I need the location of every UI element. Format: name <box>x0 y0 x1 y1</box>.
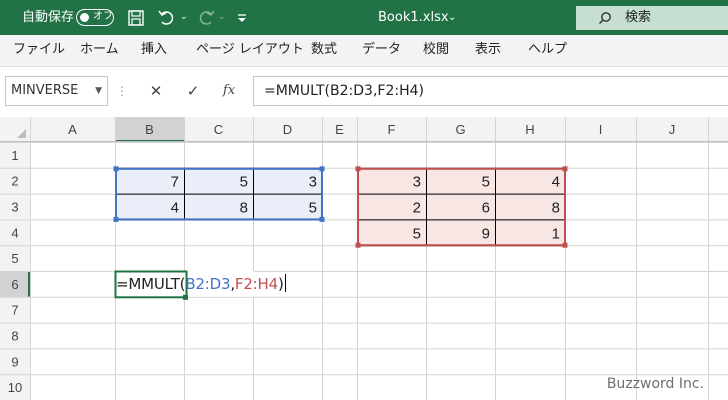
autosave-state: オフ <box>93 11 113 22</box>
matrix-b-resize-handle[interactable] <box>562 166 568 172</box>
undo-dropdown-icon[interactable]: ⌄ <box>180 0 188 35</box>
column-header-g[interactable]: G <box>455 122 465 137</box>
tab-help[interactable]: ヘルプ <box>528 35 567 65</box>
tab-data[interactable]: データ <box>362 35 401 65</box>
matrix-b-cell[interactable]: 2 <box>413 200 421 217</box>
matrix-a-cell[interactable]: 5 <box>240 174 248 191</box>
column-header-i[interactable]: I <box>599 122 603 137</box>
matrix-a-resize-handle[interactable] <box>319 166 325 172</box>
matrix-a-cell[interactable]: 4 <box>171 200 179 217</box>
column-header-e[interactable]: E <box>335 122 344 137</box>
formula-prefix: =MMULT( <box>116 275 186 293</box>
tab-file[interactable]: ファイル <box>13 35 65 65</box>
name-box-dropdown-icon[interactable]: ▼ <box>95 77 102 105</box>
matrix-a-resize-handle[interactable] <box>113 216 119 222</box>
matrix-b-resize-handle[interactable] <box>355 242 361 248</box>
formula-input[interactable]: =MMULT(B2:D3,F2:H4) <box>253 76 728 106</box>
row-header-1[interactable]: 1 <box>11 148 18 163</box>
formula-bar: MINVERSE ▼ ⋮ ✕ ✓ fx =MMULT(B2:D3,F2:H4) <box>0 67 728 117</box>
cancel-icon[interactable]: ✕ <box>144 76 168 106</box>
tab-home[interactable]: ホーム <box>80 35 119 65</box>
formula-bar-grip-icon: ⋮ <box>116 84 128 98</box>
editing-cell-formula[interactable]: =MMULT(B2:D3,F2:H4) <box>116 271 286 297</box>
formula-suffix: ) <box>277 275 284 293</box>
matrix-b-cell[interactable]: 3 <box>413 174 421 191</box>
matrix-b-cell[interactable]: 6 <box>482 200 490 217</box>
tab-insert[interactable]: 挿入 <box>141 35 167 65</box>
row-header-6[interactable]: 6 <box>11 277 18 292</box>
tab-view[interactable]: 表示 <box>475 35 501 65</box>
row-header-9[interactable]: 9 <box>11 354 18 369</box>
toggle-knob-icon <box>80 12 89 22</box>
search-box[interactable]: 検索 <box>576 6 728 30</box>
watermark: Buzzword Inc. <box>606 376 704 392</box>
matrix-b-cell[interactable]: 5 <box>482 174 490 191</box>
ribbon-tabs: ファイル ホーム 挿入 ページ レイアウト 数式 データ 校閲 表示 ヘルプ <box>0 35 728 67</box>
insert-function-icon[interactable]: fx <box>217 76 241 106</box>
matrix-a-cell[interactable]: 3 <box>309 174 317 191</box>
text-cursor <box>284 274 286 292</box>
column-header-h[interactable]: H <box>525 122 534 137</box>
matrix-b-cell[interactable]: 4 <box>552 174 560 191</box>
tab-formulas[interactable]: 数式 <box>311 35 337 65</box>
row-header-7[interactable]: 7 <box>11 303 18 318</box>
filename-chevron-icon[interactable]: ⌄ <box>448 0 456 35</box>
grid-canvas[interactable]: A B C D E F G H I J 1 2 3 4 5 6 7 8 9 10 7 5 3 4 8 5 3 5 4 2 6 8 5 9 1 <box>0 117 728 400</box>
tab-review[interactable]: 校閲 <box>423 35 449 65</box>
customize-toolbar-icon[interactable] <box>236 12 248 24</box>
column-header-a[interactable]: A <box>68 122 77 137</box>
column-header-bar <box>0 117 728 142</box>
matrix-b-cell[interactable]: 9 <box>482 225 490 242</box>
matrix-a-resize-handle[interactable] <box>113 166 119 172</box>
redo-icon <box>199 10 215 25</box>
matrix-b-cell[interactable]: 5 <box>413 225 421 242</box>
row-header-8[interactable]: 8 <box>11 329 18 344</box>
autosave-toggle[interactable]: オフ <box>76 9 114 26</box>
row-header-3[interactable]: 3 <box>11 200 18 215</box>
name-box-value: MINVERSE <box>11 83 79 98</box>
matrix-b-cell[interactable]: 1 <box>552 225 560 242</box>
search-label: 検索 <box>625 10 652 25</box>
matrix-a-cell[interactable]: 8 <box>240 200 248 217</box>
row-header-4[interactable]: 4 <box>11 225 18 240</box>
redo-dropdown-icon: ⌄ <box>218 12 226 22</box>
spreadsheet-grid[interactable]: A B C D E F G H I J 1 2 3 4 5 6 7 8 9 10 7 5 3 4 8 5 3 5 4 2 6 8 5 9 1 <box>0 117 728 400</box>
confirm-icon[interactable]: ✓ <box>181 76 205 106</box>
file-name[interactable]: Book1.xlsx <box>378 0 449 35</box>
formula-ref-b2-d3: B2:D3 <box>185 275 231 293</box>
column-header-c[interactable]: C <box>214 122 223 137</box>
row-header-10[interactable]: 10 <box>8 380 22 395</box>
matrix-b-cell[interactable]: 8 <box>552 200 560 217</box>
column-header-f[interactable]: F <box>388 122 396 137</box>
matrix-b-resize-handle[interactable] <box>562 242 568 248</box>
matrix-a-cell[interactable]: 7 <box>171 174 179 191</box>
column-header-d[interactable]: D <box>283 122 292 137</box>
tab-page-layout[interactable]: ページ レイアウト <box>196 35 304 65</box>
column-header-b[interactable]: B <box>145 122 154 137</box>
save-icon[interactable] <box>127 9 145 27</box>
matrix-a-cell[interactable]: 5 <box>309 200 317 217</box>
row-header-2[interactable]: 2 <box>11 174 18 189</box>
search-icon <box>598 12 611 25</box>
column-header-j[interactable]: J <box>669 122 676 137</box>
row-header-5[interactable]: 5 <box>11 251 18 266</box>
undo-icon[interactable] <box>157 8 177 28</box>
name-box[interactable]: MINVERSE ▼ <box>5 76 108 106</box>
matrix-b-highlight <box>357 167 565 246</box>
formula-ref-f2-h4: F2:H4 <box>234 275 278 293</box>
title-bar: 自動保存 オフ ⌄ ⌄ Book1.xlsx ⌄ 検索 <box>0 0 728 35</box>
matrix-a-resize-handle[interactable] <box>319 216 325 222</box>
autosave-label: 自動保存 <box>22 10 75 25</box>
matrix-b-resize-handle[interactable] <box>355 166 361 172</box>
